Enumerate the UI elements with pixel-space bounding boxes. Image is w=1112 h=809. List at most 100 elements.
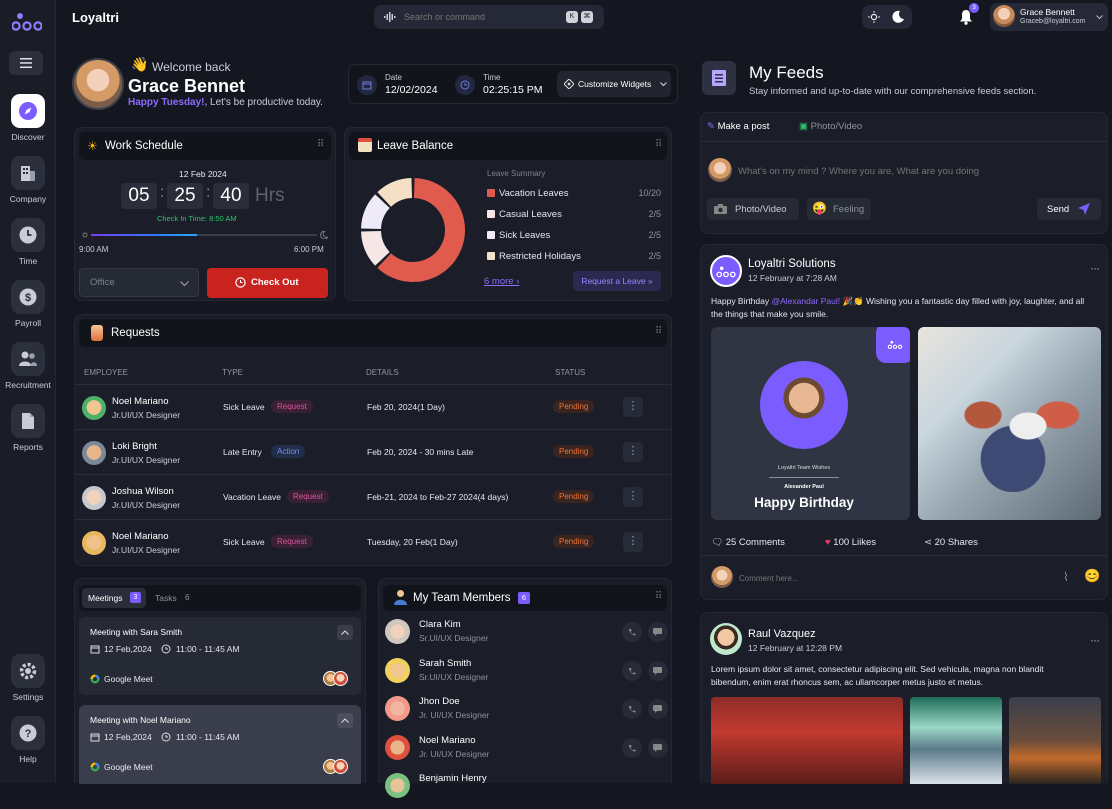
meeting-time: 11:00 - 11:45 AM — [176, 732, 240, 742]
sidebar-item-discover[interactable]: Discover — [0, 94, 56, 142]
post-input[interactable] — [738, 163, 1078, 179]
likes-count[interactable]: ♥ 100 Liikes — [825, 537, 876, 548]
post-photo[interactable] — [910, 697, 1002, 784]
tab-label: Meetings — [88, 593, 123, 603]
call-button[interactable] — [622, 660, 642, 681]
message-button[interactable] — [648, 660, 668, 681]
message-button[interactable] — [648, 737, 668, 758]
drag-handle-icon[interactable]: ⠿ — [655, 139, 662, 150]
shares-count[interactable]: ⋖ 20 Shares — [924, 537, 978, 548]
app-logo[interactable] — [12, 9, 42, 35]
post-author[interactable]: Raul Vazquez — [748, 628, 816, 640]
row-actions-button[interactable]: ⋮ — [623, 487, 643, 507]
comments-count[interactable]: 🗨 25 Comments — [711, 537, 785, 548]
more-leaves-link[interactable]: 6 more › — [484, 276, 519, 287]
tab-label: Tasks — [155, 593, 177, 603]
legend-swatch — [487, 210, 495, 218]
sidebar-item-recruitment[interactable]: Recruitment — [0, 342, 56, 390]
meeting-item[interactable]: Meeting with Sara Smith 12 Feb,2024 11:0… — [79, 617, 361, 695]
collapse-button[interactable] — [337, 713, 353, 728]
post-options-button[interactable]: ··· — [1090, 633, 1100, 647]
avatar — [711, 566, 733, 588]
schedule-date: 12 Feb 2024 — [179, 169, 227, 179]
tab-make-post[interactable]: ✎ Make a post — [707, 121, 769, 132]
team-member-item[interactable]: Sarah Smith Sr.UI/UX Designer — [379, 657, 671, 694]
notifications-button[interactable]: 3 — [956, 3, 979, 27]
team-member-item[interactable]: Benjamin Henry — [379, 773, 671, 809]
post-photo[interactable] — [1009, 697, 1101, 784]
menu-toggle-button[interactable] — [9, 51, 43, 75]
hamburger-icon — [20, 58, 32, 68]
request-leave-button[interactable]: Request a Leave » — [573, 271, 661, 291]
row-actions-button[interactable]: ⋮ — [623, 442, 643, 462]
sidebar-item-payroll[interactable]: $ Payroll — [0, 280, 56, 328]
post-options-button[interactable]: ··· — [1090, 261, 1100, 275]
meeting-item[interactable]: Meeting with Noel Mariano 12 Feb,2024 11… — [79, 705, 361, 784]
location-select[interactable]: Office — [79, 268, 199, 297]
theme-toggle[interactable] — [862, 5, 912, 29]
team-member-item[interactable]: Jhon Doe Jr. UI/UX Designer — [379, 696, 671, 732]
team-member-item[interactable]: Noel Mariano Jr. UI/UX Designer — [379, 734, 671, 771]
birthday-card-image[interactable]: Loyaltri Team Wishes Alexander Paul Happ… — [711, 327, 910, 520]
call-button[interactable] — [622, 737, 642, 758]
moon-icon[interactable] — [892, 10, 905, 23]
voice-icon[interactable] — [384, 12, 396, 22]
search-bar[interactable]: K ⌘ — [374, 5, 604, 29]
search-input[interactable] — [404, 9, 554, 25]
chevron-up-icon — [341, 630, 349, 635]
row-actions-button[interactable]: ⋮ — [623, 532, 643, 552]
party-photo[interactable] — [918, 327, 1101, 520]
drag-handle-icon[interactable]: ⠿ — [655, 591, 662, 602]
user-menu[interactable]: Grace Bennett Graceb@loyaltri.com — [990, 3, 1108, 31]
photo-video-button[interactable]: Photo/Video — [707, 198, 799, 220]
comment-input[interactable] — [739, 572, 1039, 584]
sidebar-item-label: Recruitment — [5, 380, 51, 390]
feeling-button[interactable]: 😜 Feeling — [807, 198, 871, 220]
send-button[interactable]: Send — [1037, 198, 1101, 220]
sidebar-item-settings[interactable]: Settings — [0, 654, 56, 702]
time-separator: : — [160, 184, 165, 201]
attachment-icon[interactable]: ⌇ — [1063, 570, 1069, 584]
tab-photo-video[interactable]: ▣ Photo/Video — [799, 121, 862, 132]
row-actions-button[interactable]: ⋮ — [623, 397, 643, 417]
sun-icon[interactable] — [868, 11, 880, 23]
post-author[interactable]: Loyaltri Solutions — [748, 258, 836, 270]
sidebar-item-reports[interactable]: Reports — [0, 404, 56, 452]
sidebar-item-company[interactable]: Company — [0, 156, 56, 204]
chevron-down-icon — [660, 82, 667, 87]
message-button[interactable] — [648, 699, 668, 719]
team-member-item[interactable]: Clara Kim Sr.UI/UX Designer — [379, 619, 671, 655]
table-row: Noel Mariano Jr.UI/UX Designer Sick Leave R… — [75, 385, 671, 430]
table-row: Noel Mariano Jr.UI/UX Designer Sick Leave R… — [75, 520, 671, 565]
sidebar-item-time[interactable]: Time — [0, 218, 56, 266]
user-mention[interactable]: @Alexandar Paul! — [771, 296, 840, 306]
tab-meetings[interactable]: Meetings 3 — [82, 588, 146, 608]
likes-label: 100 Liikes — [833, 537, 877, 548]
collapse-button[interactable] — [337, 625, 353, 640]
company-avatar — [710, 255, 742, 287]
app-title: Loyaltri — [72, 10, 119, 25]
card-header: Leave Balance ⠿ — [349, 132, 667, 160]
feeds-icon — [702, 61, 736, 95]
welcome-name: Grace Bennet — [128, 76, 246, 96]
emoji-icon[interactable]: 😊 — [1084, 568, 1100, 584]
person-icon — [394, 589, 407, 605]
tab-tasks[interactable]: Tasks 6 — [149, 588, 199, 608]
leave-count: 2/5 — [648, 251, 661, 261]
legend-swatch — [487, 231, 495, 239]
request-tag: Action — [271, 445, 306, 458]
check-out-button[interactable]: Check Out — [207, 268, 328, 298]
tab-count: 6 — [185, 593, 190, 602]
clock-icon — [455, 75, 475, 95]
users-icon — [11, 342, 45, 376]
call-button[interactable] — [622, 622, 642, 642]
drag-handle-icon[interactable]: ⠿ — [317, 139, 324, 150]
column-header: STATUS — [555, 368, 586, 377]
post-photo[interactable] — [711, 697, 903, 784]
sidebar-item-help[interactable]: ? Help — [0, 716, 56, 764]
customize-widgets-button[interactable]: Customize Widgets — [557, 71, 671, 97]
call-button[interactable] — [622, 699, 642, 719]
member-name: Noel Mariano — [419, 734, 476, 746]
drag-handle-icon[interactable]: ⠿ — [655, 326, 662, 337]
message-button[interactable] — [648, 622, 668, 642]
